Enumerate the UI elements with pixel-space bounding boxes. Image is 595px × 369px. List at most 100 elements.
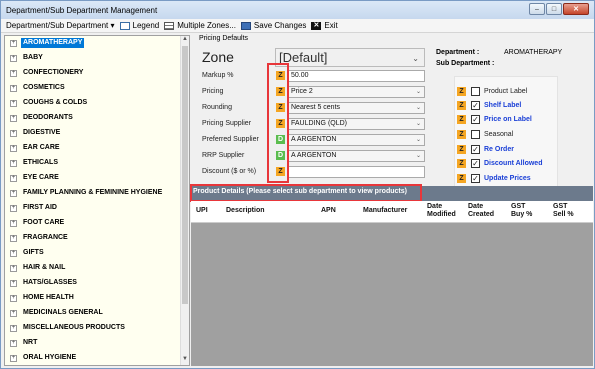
preferred-supplier-select[interactable]: A ARGENTON ⌄ <box>288 134 425 146</box>
tree-item[interactable]: + MEDICINALS GENERAL <box>5 307 105 319</box>
chevron-down-icon: ⌄ <box>415 105 421 111</box>
tree-item-label: CONFECTIONERY <box>23 69 84 76</box>
expand-icon[interactable]: + <box>10 189 17 197</box>
tree-scrollbar[interactable]: ▲ ▼ <box>180 36 189 365</box>
save-changes-button[interactable]: Save Changes <box>240 21 306 30</box>
expand-icon[interactable]: + <box>10 324 17 332</box>
expand-icon[interactable]: + <box>10 294 17 302</box>
column-header-date-modified[interactable]: Date Modified <box>427 203 459 224</box>
tree-item[interactable]: + BABY <box>5 52 45 64</box>
checkbox-checked[interactable]: ✓ <box>471 158 480 168</box>
department-tree[interactable]: + AROMATHERAPY + BABY + CONFECTIONERY + COSM… <box>4 35 190 366</box>
rrp-supplier-select[interactable]: A ARGENTON ⌄ <box>288 150 425 162</box>
column-header-date-created[interactable]: Date Created <box>468 203 498 224</box>
tree-item[interactable]: + COSMETICS <box>5 82 67 94</box>
zone-badge: Z <box>457 144 466 154</box>
expand-icon[interactable]: + <box>10 309 17 317</box>
scroll-thumb[interactable] <box>182 46 188 304</box>
column-header-gst-buy[interactable]: GST Buy % <box>511 203 535 224</box>
exit-button[interactable]: ✕ Exit <box>311 21 338 30</box>
option-update-prices[interactable]: Z ✓ Update Prices <box>457 172 531 184</box>
department-menu[interactable]: Department/Sub Department ▾ <box>6 21 115 30</box>
tree-item[interactable]: + FRAGRANCE <box>5 232 70 244</box>
preferred-supplier-value: A ARGENTON <box>291 136 337 143</box>
tree-item[interactable]: + HAIR & NAIL <box>5 262 67 274</box>
checkbox-checked[interactable]: ✓ <box>471 173 480 183</box>
tree-item[interactable]: + CONFECTIONERY <box>5 67 85 79</box>
tree-item[interactable]: + GIFTS <box>5 247 46 259</box>
expand-icon[interactable]: + <box>10 84 17 92</box>
expand-icon[interactable]: + <box>10 249 17 257</box>
tree-item-label: HAIR & NAIL <box>23 264 66 271</box>
option-price-on-label[interactable]: Z ✓ Price on Label <box>457 113 532 125</box>
tree-item[interactable]: + HATS/GLASSES <box>5 277 79 289</box>
tree-item[interactable]: + DEODORANTS <box>5 112 75 124</box>
expand-icon[interactable]: + <box>10 114 17 122</box>
product-grid-body[interactable] <box>191 223 593 366</box>
expand-icon[interactable]: + <box>10 234 17 242</box>
pricing-value: Price 2 <box>291 88 313 95</box>
scroll-down-icon[interactable]: ▼ <box>181 356 189 365</box>
tree-item[interactable]: + DIGESTIVE <box>5 127 62 139</box>
zone-select[interactable]: [Default] ⌄ <box>275 48 425 67</box>
checkbox-checked[interactable]: ✓ <box>471 114 480 124</box>
expand-icon[interactable]: + <box>10 69 17 77</box>
tree-item[interactable]: + ORAL HYGIENE <box>5 352 78 364</box>
tree-item[interactable]: + FAMILY PLANNING & FEMININE HYGIENE <box>5 187 164 199</box>
minimize-icon[interactable]: – <box>529 3 545 15</box>
expand-icon[interactable]: + <box>10 219 17 227</box>
expand-icon[interactable]: + <box>10 339 17 347</box>
expand-icon[interactable]: + <box>10 39 17 47</box>
save-icon <box>240 21 251 30</box>
expand-icon[interactable]: + <box>10 144 17 152</box>
tree-item[interactable]: + HOME HEALTH <box>5 292 76 304</box>
tree-item[interactable]: + FOOT CARE <box>5 217 66 229</box>
expand-icon[interactable]: + <box>10 129 17 137</box>
expand-icon[interactable]: + <box>10 279 17 287</box>
tree-item[interactable]: + ETHICALS <box>5 157 60 169</box>
option-label: Shelf Label <box>484 101 522 109</box>
checkbox[interactable] <box>471 86 480 96</box>
tree-item[interactable]: + FIRST AID <box>5 202 59 214</box>
zone-badges-highlight <box>267 63 289 183</box>
option-discount-allowed[interactable]: Z ✓ Discount Allowed <box>457 157 542 169</box>
maximize-icon[interactable]: □ <box>546 3 562 15</box>
tree-item-label: DIGESTIVE <box>23 129 61 136</box>
zone-badge: Z <box>457 86 466 96</box>
department-menu-label: Department/Sub Department ▾ <box>6 21 115 30</box>
multiple-zones-button[interactable]: Multiple Zones... <box>164 21 236 30</box>
expand-icon[interactable]: + <box>10 264 17 272</box>
expand-icon[interactable]: + <box>10 99 17 107</box>
close-icon[interactable]: ✕ <box>563 3 589 15</box>
product-details-highlight <box>190 184 422 202</box>
checkbox-checked[interactable]: ✓ <box>471 100 480 110</box>
option-seasonal[interactable]: Z Seasonal <box>457 128 513 140</box>
app-window: Department/Sub Department Management – □… <box>0 0 595 369</box>
column-header-gst-sell[interactable]: GST Sell % <box>553 203 577 224</box>
tree-item[interactable]: + EAR CARE <box>5 142 62 154</box>
tree-item[interactable]: + MISCELLANEOUS PRODUCTS <box>5 322 127 334</box>
checkbox-checked[interactable]: ✓ <box>471 144 480 154</box>
tree-item[interactable]: + AROMATHERAPY <box>5 37 85 49</box>
pricing-select[interactable]: Price 2 ⌄ <box>288 86 425 98</box>
legend-button[interactable]: Legend <box>119 21 159 30</box>
tree-item[interactable]: + EYE CARE <box>5 172 61 184</box>
scroll-up-icon[interactable]: ▲ <box>181 36 189 45</box>
option-label: Price on Label <box>484 115 532 123</box>
expand-icon[interactable]: + <box>10 159 17 167</box>
expand-icon[interactable]: + <box>10 174 17 182</box>
discount-input[interactable] <box>288 166 425 178</box>
tree-item[interactable]: + COUGHS & COLDS <box>5 97 89 109</box>
zone-badge: Z <box>457 114 466 124</box>
expand-icon[interactable]: + <box>10 354 17 362</box>
option-shelf-label[interactable]: Z ✓ Shelf Label <box>457 99 521 111</box>
tree-item[interactable]: + NRT <box>5 337 39 349</box>
expand-icon[interactable]: + <box>10 54 17 62</box>
markup-input[interactable]: 50.00 <box>288 70 425 82</box>
checkbox[interactable] <box>471 129 480 139</box>
option-product-label[interactable]: Z Product Label <box>457 85 527 97</box>
pricing-supplier-select[interactable]: FAULDING (QLD) ⌄ <box>288 118 425 130</box>
rounding-select[interactable]: Nearest 5 cents ⌄ <box>288 102 425 114</box>
expand-icon[interactable]: + <box>10 204 17 212</box>
option-re-order[interactable]: Z ✓ Re Order <box>457 143 514 155</box>
